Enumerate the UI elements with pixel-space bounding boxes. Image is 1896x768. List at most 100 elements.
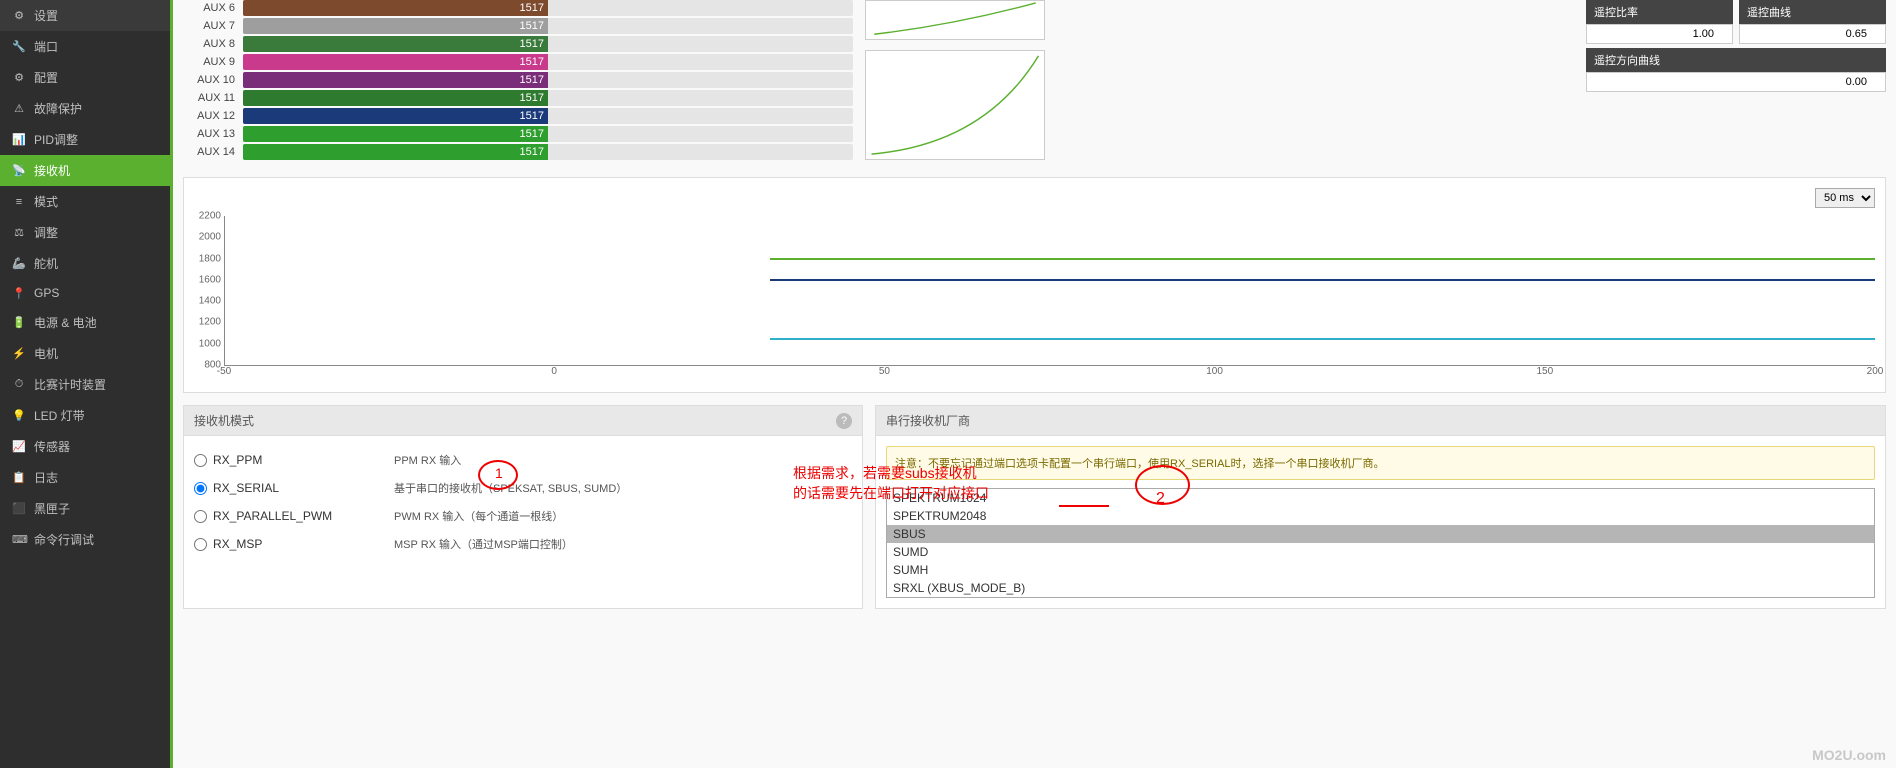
curve-box-2 (865, 50, 1045, 160)
graph-line-navy (770, 279, 1876, 281)
rx-mode-radio[interactable] (194, 454, 207, 467)
sidebar-item-modes[interactable]: ≡模式 (0, 186, 170, 217)
provider-select[interactable]: SPEKTRUM1024SPEKTRUM2048SBUSSUMDSUMHSRXL… (886, 488, 1875, 598)
rx-mode-name: RX_MSP (213, 537, 262, 551)
sidebar-item-settings[interactable]: ⚙设置 (0, 0, 170, 31)
sidebar-item-adjust[interactable]: ⚖调整 (0, 217, 170, 248)
sidebar-item-gps[interactable]: 📍GPS (0, 279, 170, 307)
wrench-icon: 🔧 (12, 40, 26, 53)
curve-box-1 (865, 0, 1045, 40)
rx-mode-name: RX_PPM (213, 453, 262, 467)
rc-yaw-input[interactable] (1586, 72, 1886, 92)
timer-icon: ⏱ (12, 378, 26, 391)
y-tick-label: 1600 (199, 274, 221, 285)
sidebar-item-ports[interactable]: 🔧端口 (0, 31, 170, 62)
bulb-icon: 💡 (12, 409, 26, 422)
channel-value: 1517 (520, 0, 544, 16)
channel-label: AUX 8 (183, 38, 243, 50)
sidebar-item-log[interactable]: 📋日志 (0, 462, 170, 493)
y-tick-label: 2000 (199, 232, 221, 243)
sidebar-item-servo[interactable]: 🦾舵机 (0, 248, 170, 279)
rx-mode-radio[interactable] (194, 482, 207, 495)
provider-option[interactable]: SUMD (887, 543, 1874, 561)
provider-option[interactable]: SBUS (887, 525, 1874, 543)
provider-option[interactable]: SUMH (887, 561, 1874, 579)
graph-refresh-select[interactable]: 50 ms (1815, 188, 1875, 208)
curve-panels (865, 0, 1045, 162)
log-icon: 📋 (12, 471, 26, 484)
channel-value: 1517 (520, 108, 544, 124)
channel-row: AUX 12 1517 (183, 108, 853, 124)
channel-value: 1517 (520, 72, 544, 88)
x-tick-label: 100 (1206, 366, 1223, 377)
provider-option[interactable]: SPEKTRUM1024 (887, 489, 1874, 507)
rc-yaw-header: 遥控方向曲线 (1586, 48, 1886, 72)
sidebar-item-led[interactable]: 💡LED 灯带 (0, 400, 170, 431)
channel-label: AUX 13 (183, 128, 243, 140)
sidebar-item-cli[interactable]: ⌨命令行调试 (0, 524, 170, 555)
servo-icon: 🦾 (12, 257, 26, 270)
provider-option[interactable]: SRXL (XBUS_MODE_B) (887, 579, 1874, 597)
provider-option[interactable]: XBUS_MODE_B_RJ01 (887, 597, 1874, 598)
chart-icon: 📈 (12, 440, 26, 453)
channel-label: AUX 7 (183, 20, 243, 32)
channel-bar: 1517 (243, 108, 853, 124)
channels-panel: AUX 6 1517 AUX 7 1517 AUX 8 1517 AUX 9 1… (183, 0, 853, 162)
rx-mode-row: RX_PPM PPM RX 输入 (194, 446, 852, 474)
gear-icon: ⚙ (12, 71, 26, 84)
rx-provider-panel: 串行接收机厂商 注意：不要忘记通过端口选项卡配置一个串行端口，使用RX_SERI… (875, 405, 1886, 609)
x-tick-label: 50 (879, 366, 890, 377)
channel-label: AUX 6 (183, 2, 243, 14)
y-tick-label: 2200 (199, 211, 221, 222)
rx-mode-name: RX_PARALLEL_PWM (213, 509, 332, 523)
main-content: AUX 6 1517 AUX 7 1517 AUX 8 1517 AUX 9 1… (173, 0, 1896, 768)
sidebar-item-power[interactable]: 🔋电源 & 电池 (0, 307, 170, 338)
pin-icon: 📍 (12, 287, 26, 300)
channel-row: AUX 13 1517 (183, 126, 853, 142)
watermark: MO2U.oom (1812, 747, 1886, 763)
sidebar-item-failsafe[interactable]: ⚠故障保护 (0, 93, 170, 124)
channel-row: AUX 14 1517 (183, 144, 853, 160)
channel-row: AUX 6 1517 (183, 0, 853, 16)
rx-mode-desc: MSP RX 输入（通过MSP端口控制） (394, 536, 852, 552)
rc-rate-input[interactable] (1586, 24, 1733, 44)
channel-bar: 1517 (243, 18, 853, 34)
sidebar-item-receiver[interactable]: 📡接收机 (0, 155, 170, 186)
terminal-icon: ⌨ (12, 533, 26, 546)
sidebar-item-pid[interactable]: 📊PID调整 (0, 124, 170, 155)
x-tick-label: 150 (1536, 366, 1553, 377)
provider-option[interactable]: SPEKTRUM2048 (887, 507, 1874, 525)
sidebar-item-sensors[interactable]: 📈传感器 (0, 431, 170, 462)
sidebar-item-config[interactable]: ⚙配置 (0, 62, 170, 93)
rx-mode-desc: 基于串口的接收机（SPEKSAT, SBUS, SUMD） (394, 480, 852, 496)
rx-mode-row: RX_PARALLEL_PWM PWM RX 输入（每个通道一根线） (194, 502, 852, 530)
sidebar-item-blackbox[interactable]: ⬛黑匣子 (0, 493, 170, 524)
rx-mode-radio[interactable] (194, 538, 207, 551)
channel-row: AUX 10 1517 (183, 72, 853, 88)
x-tick-label: -50 (217, 366, 231, 377)
sidebar-item-race[interactable]: ⏱比赛计时装置 (0, 369, 170, 400)
channel-value: 1517 (520, 126, 544, 142)
channel-value: 1517 (520, 36, 544, 52)
rc-curve-input[interactable] (1739, 24, 1886, 44)
box-icon: ⬛ (12, 502, 26, 515)
graph-line-green (770, 258, 1876, 260)
channel-bar: 1517 (243, 72, 853, 88)
bolt-icon: ⚡ (12, 347, 26, 360)
channel-bar: 1517 (243, 0, 853, 16)
sidebar-item-motor[interactable]: ⚡电机 (0, 338, 170, 369)
list-icon: ≡ (12, 196, 26, 208)
rc-rate-header: 遥控比率 (1586, 0, 1733, 24)
rx-mode-radio[interactable] (194, 510, 207, 523)
graph-area: 2200200018001600140012001000800 (224, 216, 1875, 366)
sliders-icon: ⚖ (12, 226, 26, 239)
radio-icon: 📡 (12, 164, 26, 177)
channel-bar: 1517 (243, 126, 853, 142)
rx-provider-header: 串行接收机厂商 (876, 406, 1885, 436)
gear-icon: ⚙ (12, 9, 26, 22)
x-tick-label: 0 (551, 366, 557, 377)
channel-value: 1517 (520, 90, 544, 106)
sidebar: ⚙设置 🔧端口 ⚙配置 ⚠故障保护 📊PID调整 📡接收机 ≡模式 ⚖调整 🦾舵… (0, 0, 170, 768)
channel-row: AUX 8 1517 (183, 36, 853, 52)
help-icon[interactable]: ? (836, 413, 852, 429)
